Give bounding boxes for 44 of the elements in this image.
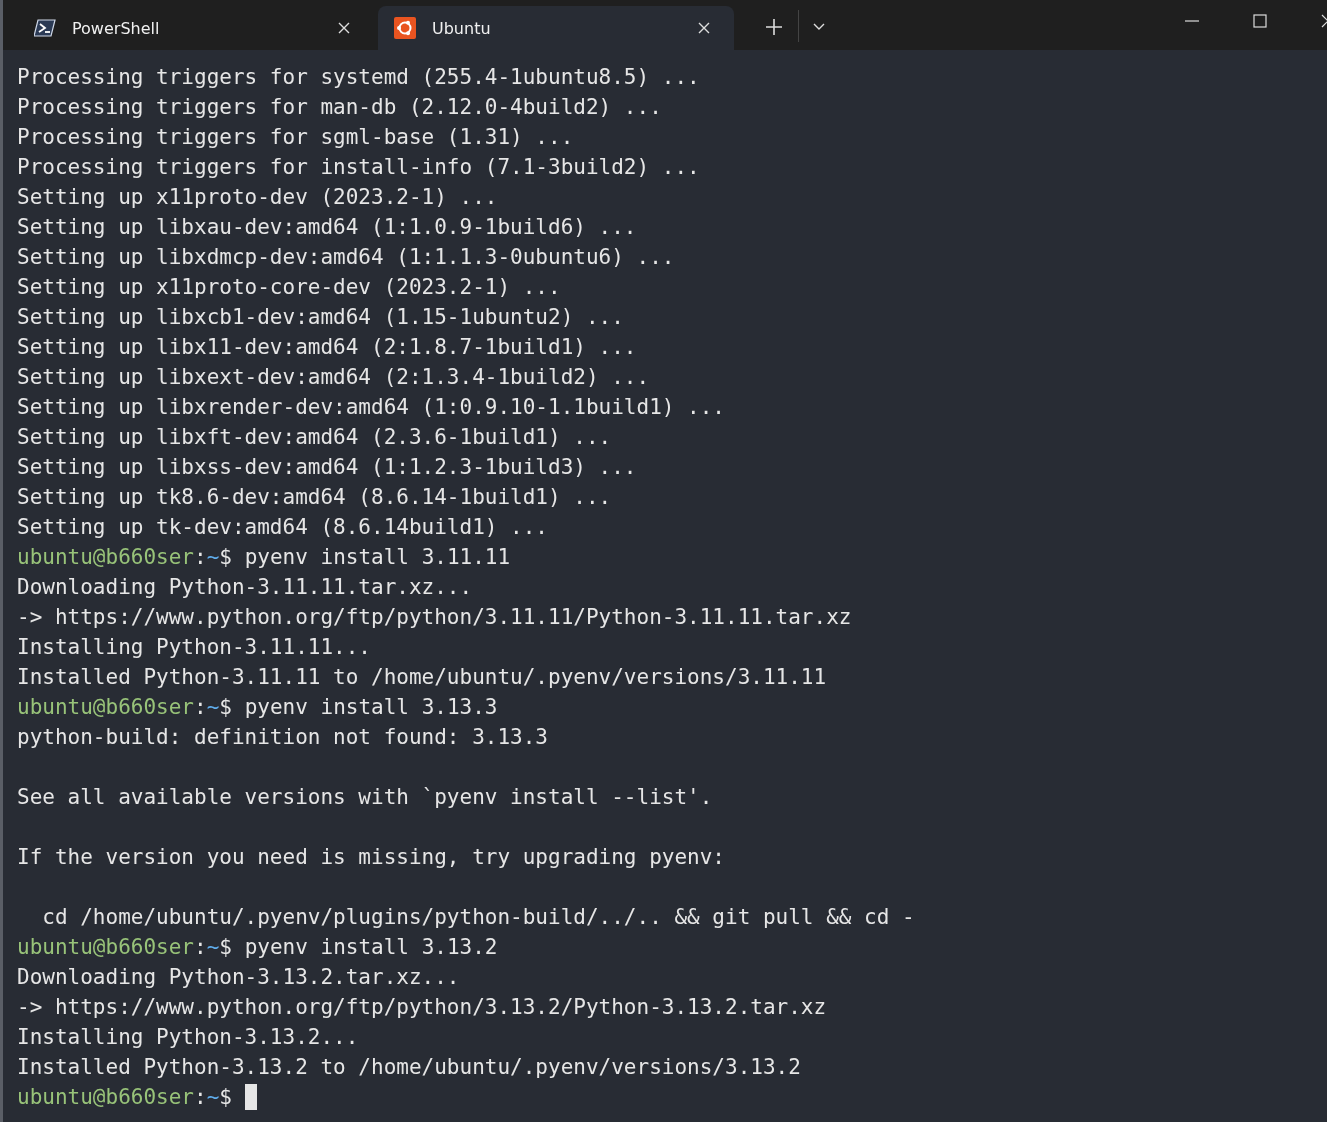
- output-line: Setting up libxss-dev:amd64 (1:1.2.3-1build3) ...: [17, 454, 637, 481]
- output-line: Downloading Python-3.11.11.tar.xz...: [17, 574, 473, 601]
- output-line: Installing Python-3.13.2...: [17, 1024, 359, 1051]
- output-line: python-build: definition not found: 3.13.3: [17, 724, 548, 751]
- output-line: Setting up libxext-dev:amd64 (2:1.3.4-1build2) ...: [17, 364, 650, 391]
- prompt-line: ubuntu@b660ser:~$ pyenv install 3.13.2: [17, 934, 498, 961]
- output-line: If the version you need is missing, try upgrading pyenv:: [17, 844, 725, 871]
- output-line: Processing triggers for install-info (7.1-3build2) ...: [17, 154, 700, 181]
- output-line: Setting up libxcb1-dev:amd64 (1.15-1ubuntu2) ...: [17, 304, 624, 331]
- output-line: Setting up tk-dev:amd64 (8.6.14build1) ...: [17, 514, 548, 541]
- output-line: Setting up libx11-dev:amd64 (2:1.8.7-1build1) ...: [17, 334, 637, 361]
- output-line: -> https://www.python.org/ftp/python/3.13.2/Python-3.13.2.tar.xz: [17, 994, 827, 1021]
- output-line: Setting up libxau-dev:amd64 (1:1.0.9-1build6) ...: [17, 214, 637, 241]
- output-line: Installed Python-3.13.2 to /home/ubuntu/.pyenv/versions/3.13.2: [17, 1054, 801, 1081]
- output-line: cd /home/ubuntu/.pyenv/plugins/python-build/../.. && git pull && cd -: [41, 904, 915, 931]
- output-line: Processing triggers for systemd (255.4-1ubuntu8.5) ...: [17, 64, 700, 91]
- tab-title: PowerShell: [72, 18, 161, 38]
- output-line: Setting up tk8.6-dev:amd64 (8.6.14-1build1) ...: [17, 484, 612, 511]
- output-line: Setting up libxft-dev:amd64 (2.3.6-1build1) ...: [17, 424, 612, 451]
- prompt-line: ubuntu@b660ser:~$ pyenv install 3.13.3: [17, 694, 498, 721]
- output-line: See all available versions with `pyenv install --list'.: [17, 784, 713, 811]
- plus-icon[interactable]: [766, 19, 782, 35]
- tab-title: Ubuntu: [432, 18, 492, 38]
- output-line: Processing triggers for sgml-base (1.31) ...: [17, 124, 574, 151]
- prompt-line: ubuntu@b660ser:~$: [17, 1084, 232, 1111]
- output-line: Setting up libxdmcp-dev:amd64 (1:1.1.3-0ubuntu6) ...: [17, 244, 675, 271]
- output-line: -> https://www.python.org/ftp/python/3.11.11/Python-3.11.11.tar.xz: [17, 604, 852, 631]
- output-line: Installing Python-3.11.11...: [17, 634, 371, 661]
- output-line: Setting up libxrender-dev:amd64 (1:0.9.10-1.1build1) ...: [17, 394, 725, 421]
- output-line: Downloading Python-3.13.2.tar.xz...: [17, 964, 460, 991]
- text-cursor: [245, 1084, 257, 1110]
- output-line: Setting up x11proto-core-dev (2023.2-1) ...: [17, 274, 561, 301]
- output-line: Installed Python-3.11.11 to /home/ubuntu/.pyenv/versions/3.11.11: [17, 664, 827, 691]
- maximize-icon[interactable]: [1253, 14, 1267, 28]
- chevron-down-icon[interactable]: [813, 23, 825, 31]
- output-line: Processing triggers for man-db (2.12.0-4build2) ...: [17, 94, 662, 121]
- circle-of-friends-icon: [394, 17, 416, 39]
- terminal-prompt-icon: [34, 17, 56, 39]
- tab[interactable]: PowerShell: [18, 6, 374, 50]
- close-icon[interactable]: [338, 22, 350, 34]
- tab[interactable]: Ubuntu: [378, 6, 734, 50]
- prompt-line: ubuntu@b660ser:~$ pyenv install 3.11.11: [17, 544, 511, 571]
- close-icon[interactable]: [698, 22, 710, 34]
- output-line: Setting up x11proto-dev (2023.2-1) ...: [17, 184, 498, 211]
